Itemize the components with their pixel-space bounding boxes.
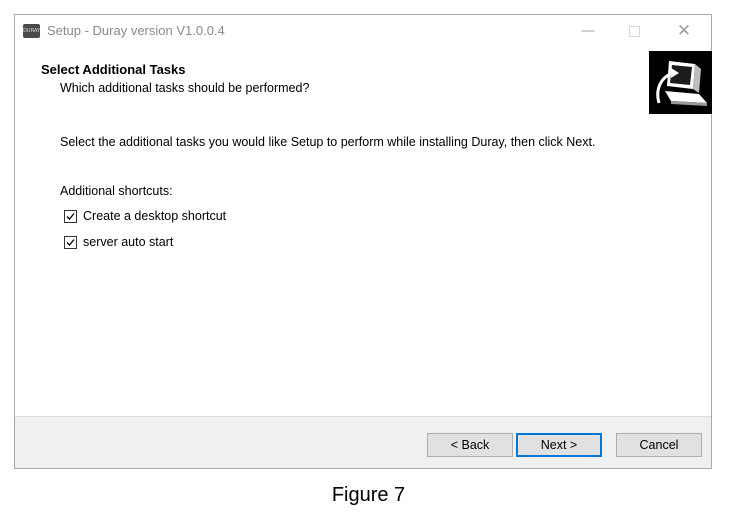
maximize-icon: [628, 25, 640, 37]
title-bar[interactable]: DURAY Setup - Duray version V1.0.0.4 — ✕: [15, 15, 711, 49]
desktop-shortcut-checkbox[interactable]: [64, 209, 77, 223]
minimize-button[interactable]: —: [565, 15, 611, 49]
group-label: Additional shortcuts:: [60, 184, 173, 198]
figure-caption: Figure 7: [331, 484, 406, 506]
checkmark-icon: [66, 238, 75, 246]
cancel-button[interactable]: Cancel: [616, 433, 702, 457]
next-button[interactable]: Next >: [516, 433, 602, 457]
close-button[interactable]: ✕: [661, 15, 707, 49]
maximize-button[interactable]: [611, 15, 657, 49]
button-bar: < Back Next > Cancel: [15, 416, 711, 468]
desktop-shortcut-label: Create a desktop shortcut: [83, 209, 227, 223]
checkmark-icon: [66, 212, 75, 220]
setup-window: DURAY Setup - Duray version V1.0.0.4 — ✕…: [14, 14, 712, 469]
page-title: Select Additional Tasks: [41, 62, 186, 77]
server-auto-start-label: server auto start: [83, 235, 174, 249]
server-auto-start-option[interactable]: server auto start: [64, 234, 173, 250]
page-subtitle: Which additional tasks should be perform…: [60, 81, 310, 95]
desktop-shortcut-option[interactable]: Create a desktop shortcut: [64, 208, 226, 224]
app-icon: DURAY: [23, 24, 40, 38]
server-auto-start-checkbox[interactable]: [64, 235, 77, 249]
window-title: Setup - Duray version V1.0.0.4: [47, 23, 225, 38]
computer-install-icon: [649, 51, 712, 114]
instruction-text: Select the additional tasks you would li…: [60, 135, 596, 149]
back-button[interactable]: < Back: [427, 433, 513, 457]
